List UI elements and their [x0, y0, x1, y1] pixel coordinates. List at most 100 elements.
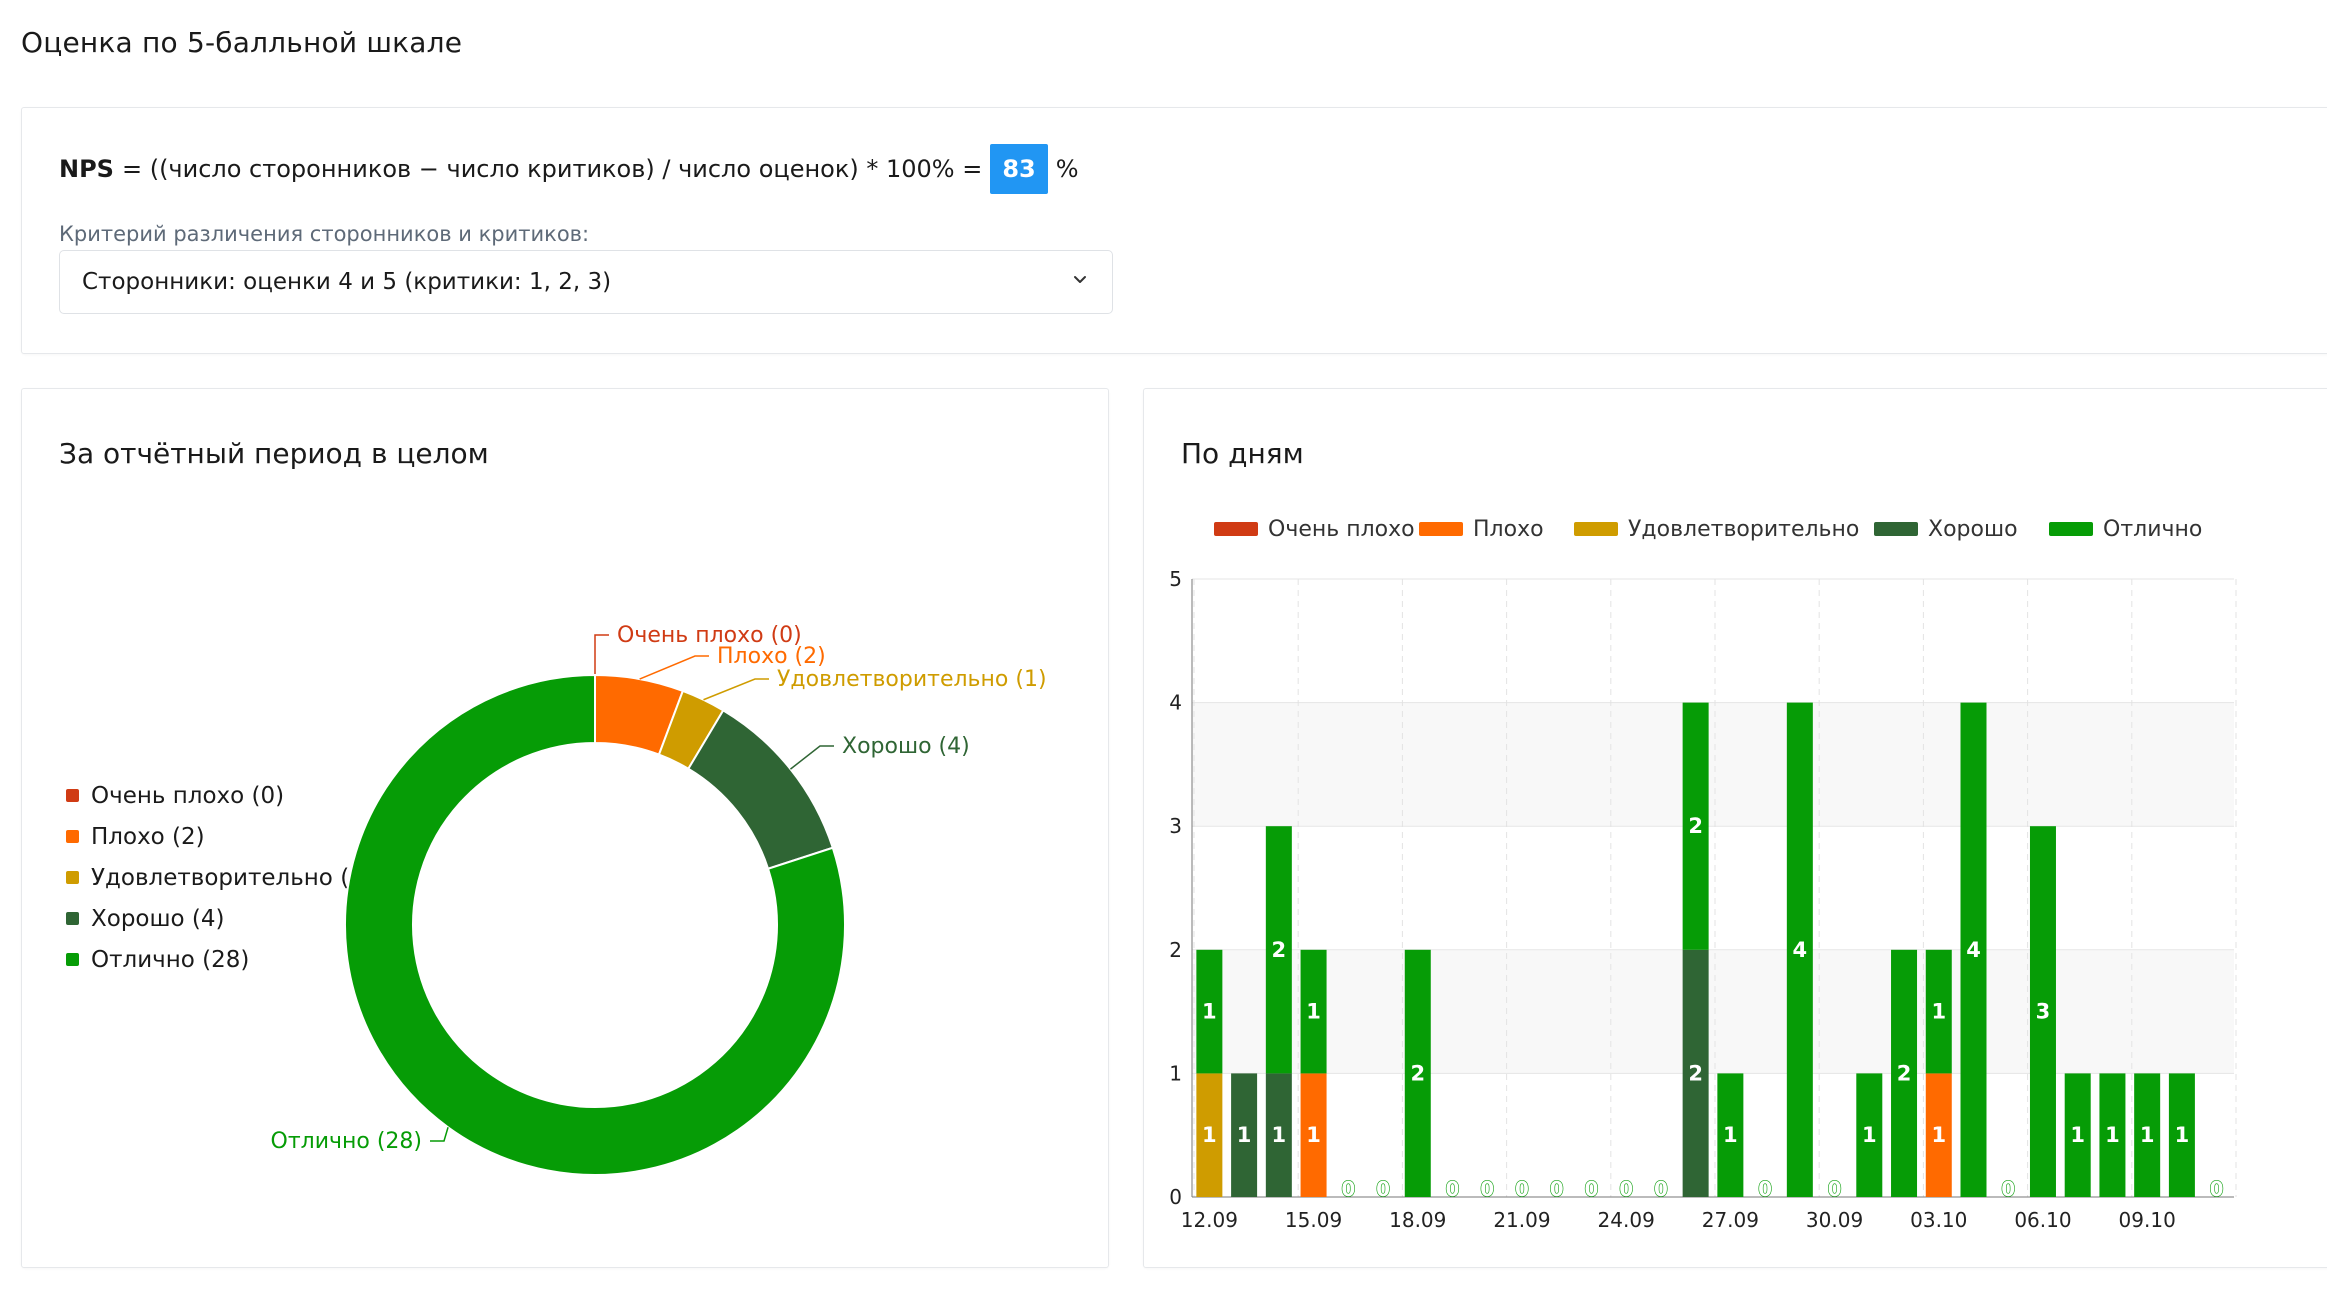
- stacked-bar-chart: Очень плохо Плохо Удовлетворительно Хорошо О…: [1169, 517, 2237, 1232]
- x-tick-label: 03.10: [1910, 1208, 1967, 1232]
- criteria-select[interactable]: Сторонники: оценки 4 и 5 (критики: 1, 2,…: [59, 250, 1113, 314]
- pie-slice-label: Отлично (28): [271, 1129, 423, 1154]
- bar-value-label: 4: [1966, 938, 1981, 962]
- grid-band: [1192, 949, 2234, 1074]
- pie-leader-line: [639, 655, 709, 680]
- bar-legend-item[interactable]: Отлично: [2049, 517, 2202, 542]
- bar-value-label: 1: [2105, 1123, 2120, 1147]
- bar-value-label: 2: [1272, 938, 1287, 962]
- grid-band: [1192, 702, 2234, 827]
- pie-slice: [594, 673, 685, 756]
- pie-slice: [657, 689, 725, 771]
- bar-value-label: 2: [1688, 814, 1703, 838]
- page-title: Оценка по 5-балльной шкале: [21, 26, 463, 59]
- bar-value-label: 1: [1723, 1123, 1738, 1147]
- pie-leader-line: [789, 745, 834, 770]
- pie-legend-item[interactable]: Очень плохо (0): [66, 775, 373, 816]
- bar-zero-label: 0: [1654, 1177, 1668, 1201]
- x-tick-label: 09.10: [2119, 1208, 2176, 1232]
- pie-slice-label: Плохо (2): [717, 644, 826, 669]
- days-chart-card: По дням Очень плохо Плохо Удовлетворительн…: [1143, 388, 2327, 1268]
- x-tick-label: 30.09: [1806, 1208, 1863, 1232]
- bar-legend-swatch: [1874, 522, 1918, 536]
- pie-leader-line: [594, 634, 609, 675]
- bar-value-label: 1: [1202, 1123, 1217, 1147]
- x-tick-label: 21.09: [1493, 1208, 1550, 1232]
- bar-value-label: 1: [2175, 1123, 2190, 1147]
- pie-legend: Очень плохо (0) Плохо (2) Удовлетворительн…: [66, 775, 373, 980]
- pie-slice-label: Очень плохо (0): [617, 623, 802, 648]
- bar-legend-label: Плохо: [1473, 517, 1544, 542]
- bar-legend-swatch: [1419, 522, 1463, 536]
- pie-slice: [686, 709, 835, 871]
- pie-legend-swatch: [66, 871, 79, 884]
- x-tick-label: 24.09: [1598, 1208, 1655, 1232]
- y-tick-label: 3: [1169, 814, 1182, 838]
- bar-zero-label: 0: [1480, 1177, 1494, 1201]
- bar-value-label: 1: [1862, 1123, 1877, 1147]
- bar-zero-label: 0: [1376, 1177, 1390, 1201]
- pie-slice-label: Хорошо (4): [842, 734, 970, 759]
- pie-slice-label: Удовлетворительно (1): [777, 667, 1047, 692]
- bar-value-label: 1: [1931, 1000, 1946, 1024]
- bar-legend-item[interactable]: Плохо: [1419, 517, 1544, 542]
- y-tick-label: 0: [1169, 1185, 1182, 1209]
- bar-value-label: 2: [1410, 1061, 1425, 1085]
- bar-value-label: 1: [1237, 1123, 1252, 1147]
- nps-label: NPS: [59, 155, 114, 183]
- pie-legend-item[interactable]: Отлично (28): [66, 939, 373, 980]
- pie-legend-label: Плохо (2): [91, 823, 205, 850]
- bar-zero-label: 0: [1619, 1177, 1633, 1201]
- period-chart-title: За отчётный период в целом: [59, 437, 489, 470]
- criteria-selected-value: Сторонники: оценки 4 и 5 (критики: 1, 2,…: [82, 269, 612, 295]
- bar-zero-label: 0: [2001, 1177, 2015, 1201]
- pie-legend-item[interactable]: Хорошо (4): [66, 898, 373, 939]
- nps-formula-text: = ((число сторонников − число критиков) …: [121, 155, 983, 183]
- bar-value-label: 3: [2036, 1000, 2051, 1024]
- criteria-label: Критерий различения сторонников и критик…: [59, 222, 590, 246]
- x-tick-label: 15.09: [1285, 1208, 1342, 1232]
- pie-slice: [344, 673, 846, 1176]
- bar-zero-label: 0: [1515, 1177, 1529, 1201]
- pie-legend-label: Удовлетворительно (1): [91, 864, 373, 891]
- x-tick-label: 12.09: [1181, 1208, 1238, 1232]
- bar-legend-swatch: [1214, 522, 1258, 536]
- bar-legend-label: Хорошо: [1928, 517, 2018, 542]
- x-tick-label: 27.09: [1702, 1208, 1759, 1232]
- pie-legend-item[interactable]: Удовлетворительно (1): [66, 857, 373, 898]
- bar-legend-item[interactable]: Очень плохо: [1214, 517, 1415, 542]
- pie-legend-swatch: [66, 912, 79, 925]
- bar-zero-label: 0: [1446, 1177, 1460, 1201]
- pie-legend-swatch: [66, 789, 79, 802]
- y-tick-label: 2: [1169, 938, 1182, 962]
- bar-value-label: 1: [1306, 1000, 1321, 1024]
- bar-value-label: 4: [1793, 938, 1808, 962]
- nps-value-badge: 83: [990, 144, 1048, 194]
- bar-legend-swatch: [2049, 522, 2093, 536]
- bar-legend-label: Отлично: [2103, 517, 2202, 542]
- bar-value-label: 1: [1931, 1123, 1946, 1147]
- pie-legend-swatch: [66, 830, 79, 843]
- bar-legend-item[interactable]: Хорошо: [1874, 517, 2018, 542]
- bar-legend-swatch: [1574, 522, 1618, 536]
- pie-legend-label: Отлично (28): [91, 946, 250, 973]
- bar-zero-label: 0: [2210, 1177, 2224, 1201]
- bar-value-label: 2: [1897, 1061, 1912, 1085]
- chevron-down-icon: [1074, 276, 1086, 283]
- bar-zero-label: 0: [1550, 1177, 1564, 1201]
- bar-zero-label: 0: [1341, 1177, 1355, 1201]
- pie-legend-item[interactable]: Плохо (2): [66, 816, 373, 857]
- pie-leader-line: [430, 1127, 449, 1142]
- bar-zero-label: 0: [1828, 1177, 1842, 1201]
- bar-value-label: 1: [1202, 1000, 1217, 1024]
- nps-formula: NPS = ((число сторонников − число критик…: [59, 144, 1079, 194]
- bar-legend-item[interactable]: Удовлетворительно: [1574, 517, 1859, 542]
- y-tick-label: 5: [1169, 567, 1182, 591]
- y-tick-label: 4: [1169, 691, 1182, 715]
- period-chart-card: За отчётный период в целом Очень плохо (…: [21, 388, 1109, 1268]
- bar-value-label: 1: [1306, 1123, 1321, 1147]
- nps-unit: %: [1055, 155, 1079, 183]
- bar-zero-label: 0: [1584, 1177, 1598, 1201]
- bar-legend-label: Удовлетворительно: [1628, 517, 1859, 542]
- pie-legend-label: Очень плохо (0): [91, 782, 285, 809]
